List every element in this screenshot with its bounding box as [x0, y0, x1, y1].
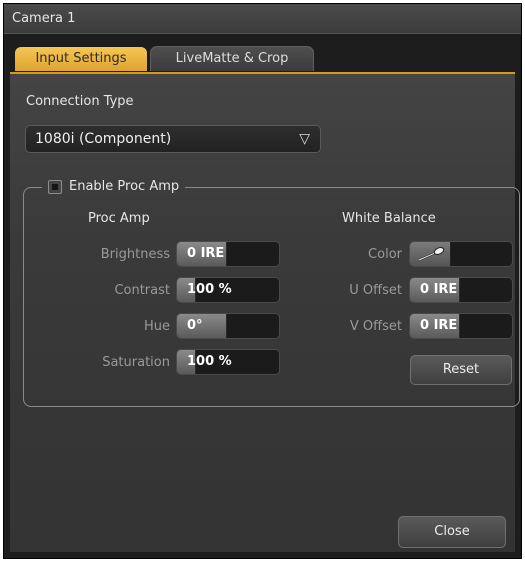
saturation-label: Saturation — [102, 355, 170, 370]
contrast-value: 100 % — [187, 282, 232, 297]
color-label: Color — [368, 247, 402, 262]
tab-strip: Input Settings LiveMatte & Crop — [10, 46, 515, 74]
settings-panel: Connection Type 1080i (Component) ▽ Enab… — [10, 74, 520, 552]
saturation-slider[interactable]: 100 % — [176, 349, 280, 375]
proc-amp-heading: Proc Amp — [88, 211, 150, 226]
close-button[interactable]: Close — [398, 516, 506, 548]
connection-type-dropdown[interactable]: 1080i (Component) ▽ — [25, 125, 321, 153]
contrast-label: Contrast — [114, 283, 170, 298]
white-balance-heading: White Balance — [342, 211, 436, 226]
brightness-label: Brightness — [100, 247, 170, 262]
v-offset-label: V Offset — [349, 319, 402, 334]
hue-label: Hue — [143, 319, 170, 334]
u-offset-slider[interactable]: 0 IRE — [409, 277, 513, 303]
contrast-slider[interactable]: 100 % — [176, 277, 280, 303]
u-offset-label: U Offset — [349, 283, 402, 298]
u-offset-value: 0 IRE — [420, 282, 458, 297]
window-title: Camera 1 — [4, 4, 521, 34]
enable-proc-amp-label: Enable Proc Amp — [69, 179, 180, 194]
camera-settings-window: Camera 1 Input Settings LiveMatte & Crop… — [3, 3, 522, 559]
v-offset-value: 0 IRE — [420, 318, 458, 333]
saturation-value: 100 % — [187, 354, 232, 369]
connection-type-value: 1080i (Component) — [35, 131, 172, 147]
proc-amp-group: Enable Proc Amp Proc Amp Brightness 0 IR… — [23, 178, 520, 407]
checkbox-icon — [48, 179, 62, 194]
hue-value: 0° — [187, 318, 203, 333]
tab-livematte-crop[interactable]: LiveMatte & Crop — [150, 46, 314, 71]
tab-input-settings[interactable]: Input Settings — [14, 46, 148, 71]
color-picker-button[interactable] — [409, 241, 513, 267]
eyedropper-icon — [418, 247, 445, 261]
enable-proc-amp-checkbox[interactable]: Enable Proc Amp — [42, 178, 186, 196]
reset-button[interactable]: Reset — [410, 355, 512, 385]
brightness-value: 0 IRE — [187, 246, 225, 261]
v-offset-slider[interactable]: 0 IRE — [409, 313, 513, 339]
hue-slider[interactable]: 0° — [176, 313, 280, 339]
brightness-slider[interactable]: 0 IRE — [176, 241, 280, 267]
connection-type-label: Connection Type — [26, 94, 134, 109]
triangle-down-icon: ▽ — [299, 131, 310, 147]
